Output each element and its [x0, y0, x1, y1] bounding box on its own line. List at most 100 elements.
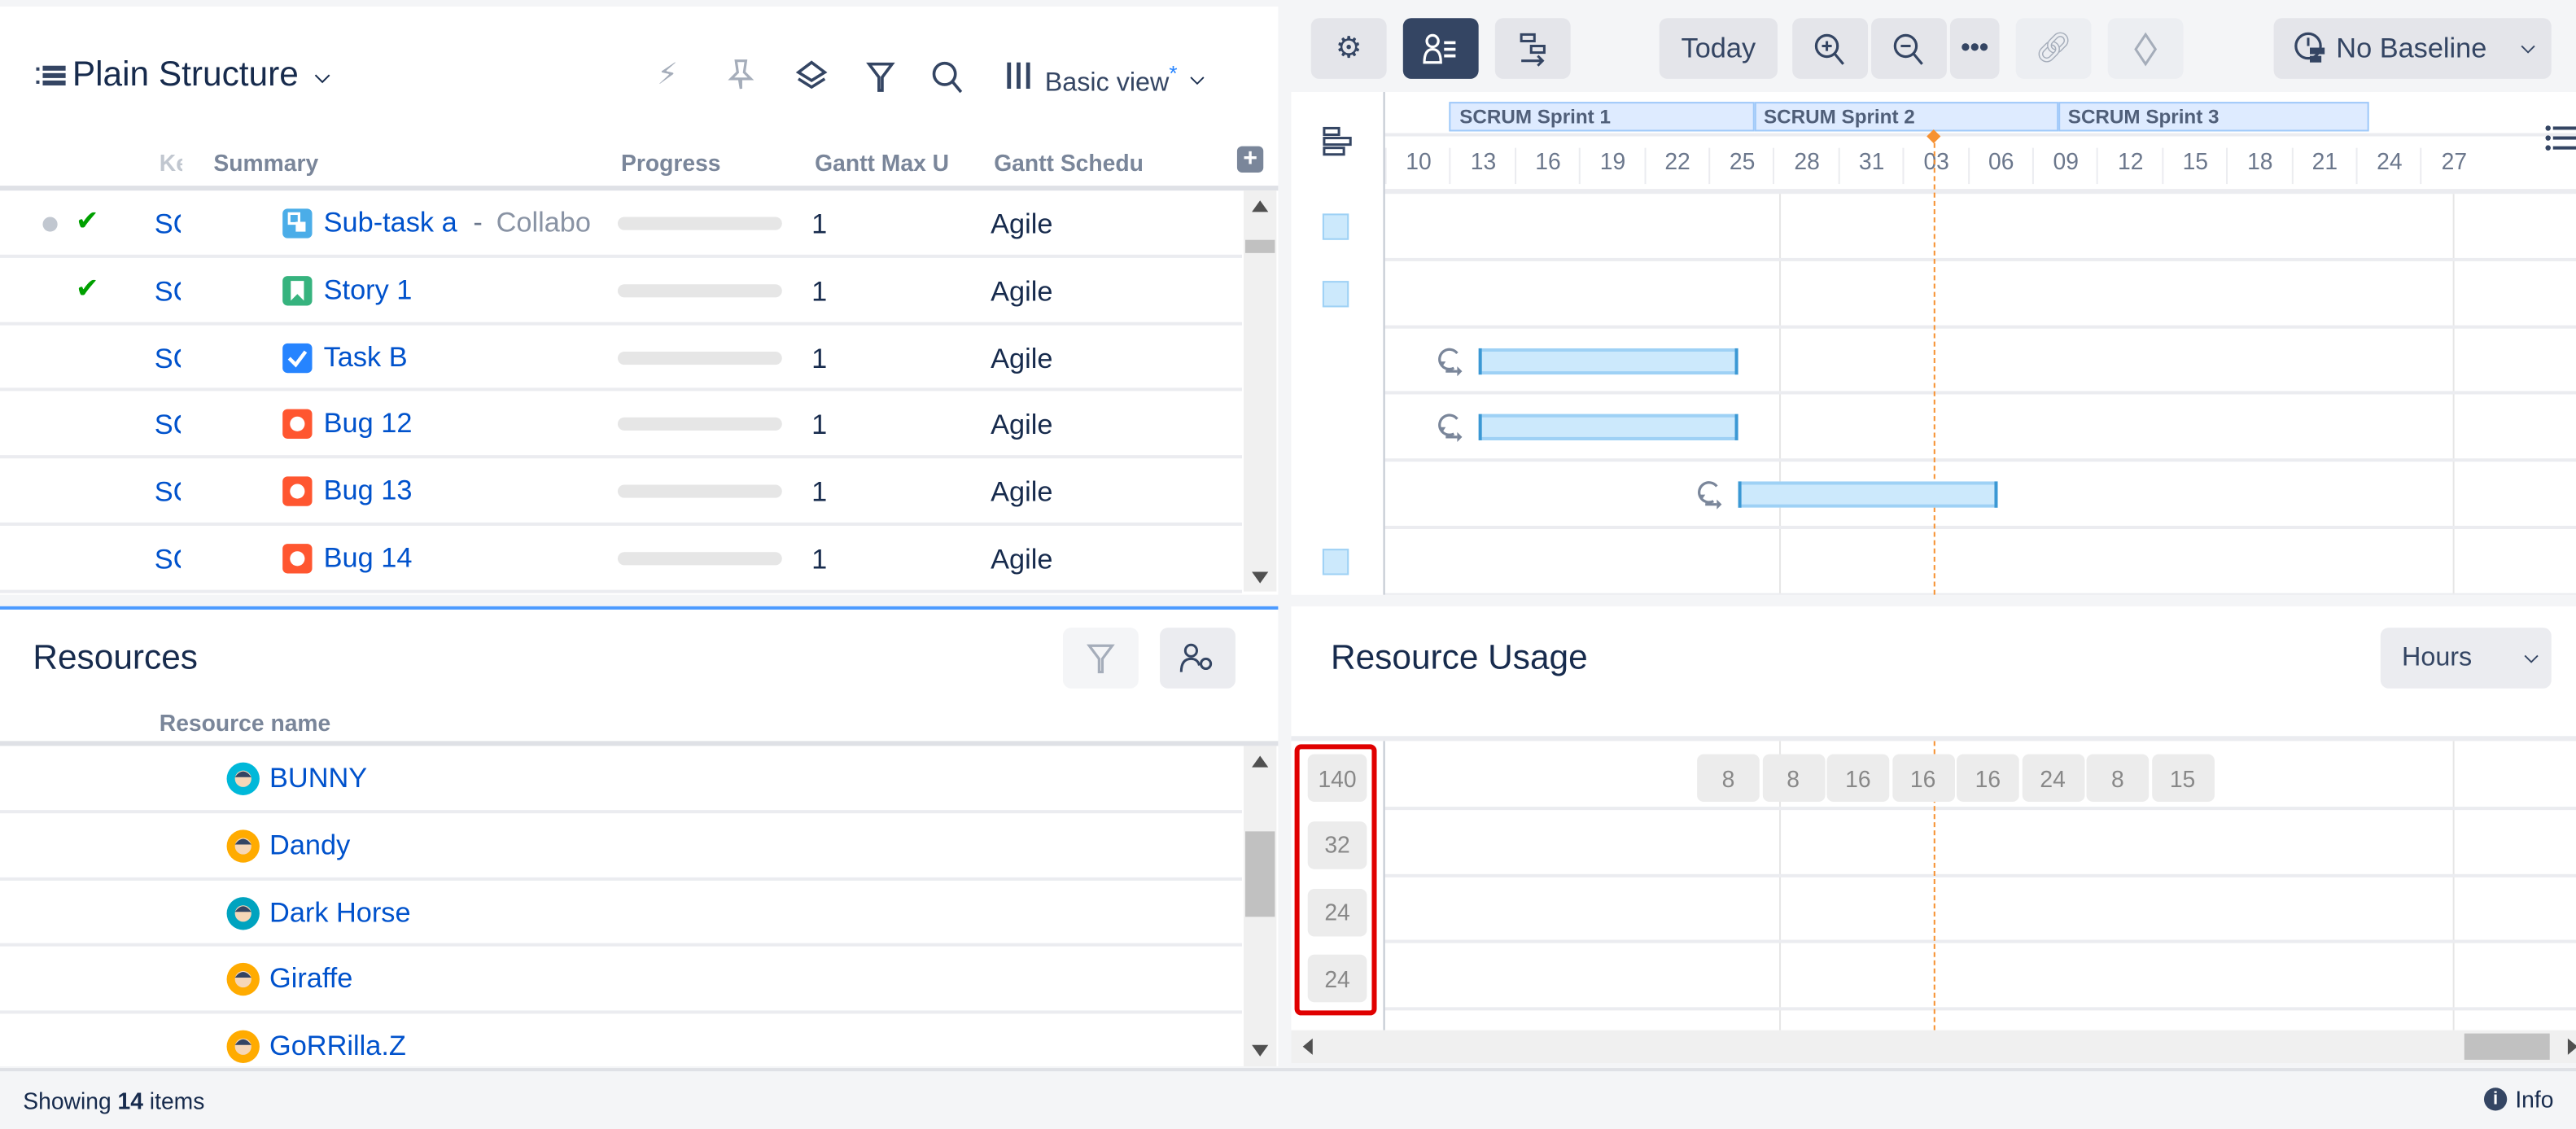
scroll-thumb[interactable]	[1245, 239, 1275, 253]
add-column-button[interactable]: +	[1236, 146, 1264, 173]
gantt-schedule: Agile	[991, 476, 1053, 509]
auto-schedule-button[interactable]	[1494, 18, 1571, 79]
scroll-up-arrow[interactable]	[1252, 755, 1269, 768]
table-row[interactable]: SC Bug 13 1 Agile	[0, 459, 1242, 526]
resource-name[interactable]: BUNNY	[269, 763, 367, 795]
list-icon[interactable]	[2543, 121, 2576, 162]
col-header-summary[interactable]: Summary	[213, 150, 318, 176]
scroll-down-arrow[interactable]	[1252, 1044, 1269, 1057]
gantt-bar[interactable]	[1479, 414, 1738, 441]
resource-name[interactable]: Dandy	[269, 829, 350, 862]
info-button[interactable]: i Info	[2483, 1086, 2553, 1113]
col-header-key[interactable]: Ke	[160, 150, 182, 176]
issue-summary[interactable]: Story 1	[324, 274, 413, 307]
resource-row[interactable]: BUNNY	[0, 746, 1242, 813]
structure-scrollbar[interactable]	[1244, 190, 1277, 592]
resource-row[interactable]: Giraffe	[0, 947, 1242, 1014]
usage-cell[interactable]: 16	[1826, 754, 1890, 803]
structure-menu[interactable]: Plain Structure ⌵	[36, 56, 330, 95]
more-button[interactable]: •••	[1949, 18, 2000, 79]
table-row[interactable]: SC Bug 12 1 Agile	[0, 392, 1242, 459]
sprint-band[interactable]: SCRUM Sprint 1	[1450, 102, 1754, 132]
unit-dropdown[interactable]: Hours ⌵	[2380, 628, 2552, 689]
col-header-gantt-max-units[interactable]: Gantt Max U	[815, 150, 963, 176]
scroll-right-arrow[interactable]	[2567, 1038, 2576, 1055]
usage-cell[interactable]: 16	[1892, 754, 1955, 803]
resource-name[interactable]: GoRRilla.Z	[269, 1031, 406, 1063]
milestone-button[interactable]	[2107, 18, 2184, 79]
table-row[interactable]: SC Task B 1 Agile	[0, 325, 1242, 392]
gantt-layout-icon[interactable]	[1321, 125, 1354, 165]
chevron-down-icon: ⌵	[315, 63, 330, 86]
usage-cell[interactable]: 15	[2151, 754, 2214, 803]
gantt-settings-button[interactable]: ⚙	[1310, 18, 1387, 79]
resource-row[interactable]: GoRRilla.Z	[0, 1014, 1242, 1066]
row-divider	[1384, 806, 2576, 810]
usage-cell[interactable]: 8	[1697, 754, 1760, 803]
view-selector[interactable]: Basic view* ⌵	[1005, 61, 1205, 99]
row-divider	[1384, 525, 2576, 529]
scroll-thumb[interactable]	[2464, 1033, 2550, 1060]
timeline-tick: 27	[2421, 147, 2486, 185]
usage-cell[interactable]: 16	[1957, 754, 2019, 803]
table-row[interactable]: ✔ SC Story 1 1 Agile	[0, 257, 1242, 325]
timeline-tick: 18	[2226, 147, 2292, 185]
col-header-progress[interactable]: Progress	[621, 150, 721, 176]
pin-icon[interactable]	[726, 58, 755, 98]
gantt-max-units: 1	[811, 208, 828, 240]
issue-key[interactable]: SC	[155, 276, 181, 309]
issue-key[interactable]: SC	[155, 208, 181, 241]
issue-key[interactable]: SC	[155, 343, 181, 375]
resource-row[interactable]: Dark Horse	[0, 880, 1242, 947]
scroll-up-arrow[interactable]	[1252, 200, 1269, 212]
sprint-band[interactable]: SCRUM Sprint 3	[2058, 102, 2369, 132]
issue-summary[interactable]: Bug 14	[324, 542, 413, 575]
link-button[interactable]: 🔗︎	[2015, 18, 2092, 79]
resource-settings-button[interactable]	[1160, 628, 1236, 689]
usage-cell[interactable]: 24	[2021, 754, 2084, 803]
usage-cell[interactable]: 8	[2086, 754, 2150, 803]
zoom-out-button[interactable]	[1871, 18, 1947, 79]
sprint-band[interactable]: SCRUM Sprint 2	[1753, 102, 2058, 132]
col-header-gantt-schedule[interactable]: Gantt Schedu	[994, 150, 1145, 176]
usage-horizontal-scrollbar[interactable]	[1291, 1030, 2576, 1063]
issue-key[interactable]: SC	[155, 409, 181, 442]
resource-name[interactable]: Dark Horse	[269, 896, 411, 929]
gantt-schedule: Agile	[991, 409, 1053, 441]
resources-scrollbar[interactable]	[1244, 746, 1277, 1067]
resource-view-button[interactable]	[1402, 18, 1479, 79]
chevron-down-icon: ⌵	[2521, 37, 2535, 58]
resource-row[interactable]: Dandy	[0, 813, 1242, 881]
gantt-bar[interactable]	[1738, 481, 1997, 509]
avatar	[226, 762, 260, 795]
automation-icon[interactable]: ⚡	[657, 58, 678, 92]
structure-icon	[36, 64, 66, 87]
issue-summary[interactable]: Task B	[324, 341, 408, 374]
auto-schedule-icon	[1695, 479, 1728, 519]
issue-summary[interactable]: Sub-task a	[324, 207, 457, 239]
scroll-down-arrow[interactable]	[1252, 571, 1269, 584]
scroll-left-arrow[interactable]	[1302, 1038, 1313, 1055]
search-icon[interactable]	[931, 61, 964, 102]
issue-key[interactable]: SC	[155, 477, 181, 510]
timeline-tick: 24	[2355, 147, 2422, 185]
issue-summary[interactable]: Bug 13	[324, 475, 413, 508]
table-row[interactable]: ✔ SC Sub-task a-Collabo 1 Agile	[0, 190, 1242, 258]
baseline-dropdown[interactable]: No Baseline ⌵	[2273, 18, 2552, 79]
resource-name[interactable]: Giraffe	[269, 964, 352, 996]
table-row[interactable]: SC Bug 14 1 Agile	[0, 526, 1242, 593]
today-button[interactable]: Today	[1659, 18, 1778, 79]
progress-bar	[617, 217, 782, 230]
subtask-type-icon	[282, 208, 313, 238]
col-header-resource-name[interactable]: Resource name	[160, 710, 330, 736]
scroll-thumb[interactable]	[1245, 831, 1275, 917]
gantt-bar[interactable]	[1479, 348, 1738, 374]
timeline-tick: 22	[1643, 147, 1710, 185]
layers-icon[interactable]	[795, 59, 828, 100]
issue-summary[interactable]: Bug 12	[324, 408, 413, 440]
issue-key[interactable]: SC	[155, 544, 181, 576]
resources-filter-button[interactable]	[1062, 628, 1139, 689]
usage-cell[interactable]: 8	[1761, 754, 1825, 803]
filter-icon[interactable]	[866, 61, 895, 102]
zoom-in-button[interactable]	[1792, 18, 1869, 79]
